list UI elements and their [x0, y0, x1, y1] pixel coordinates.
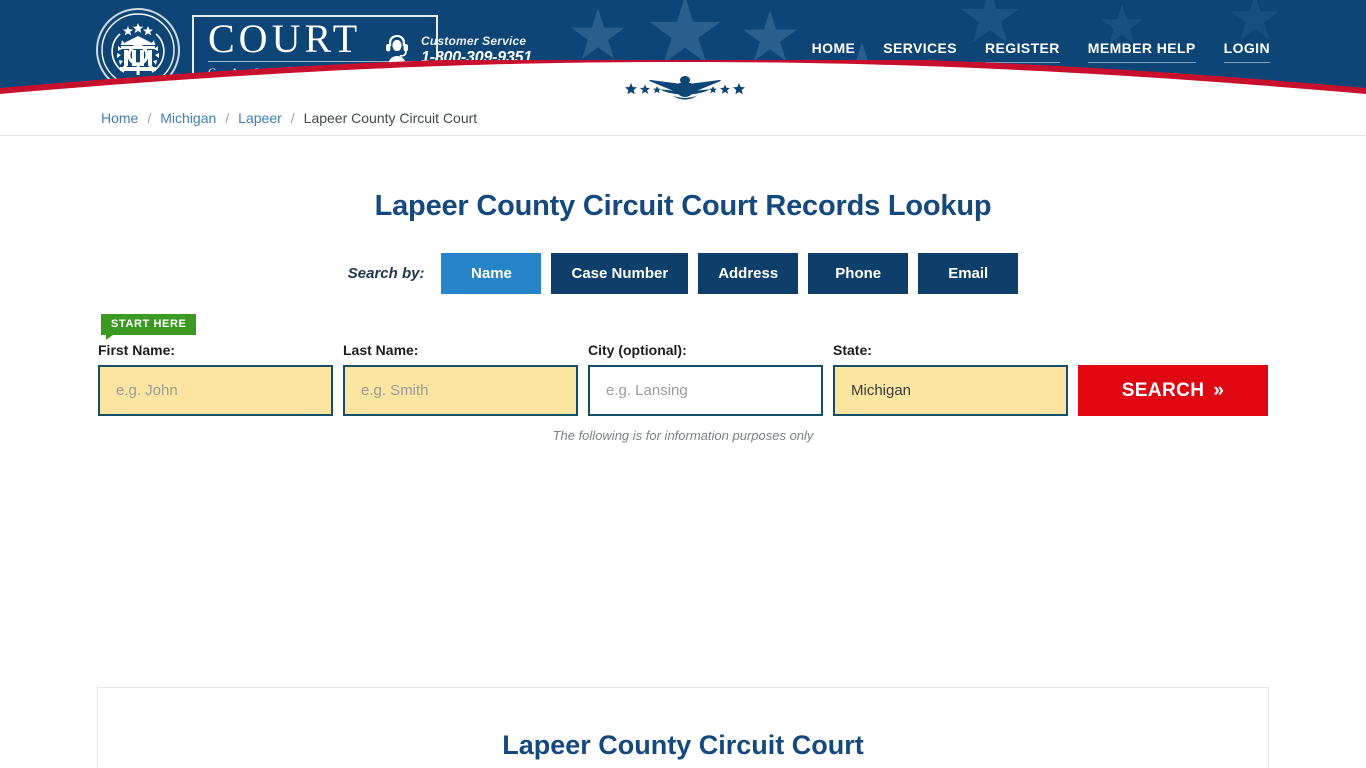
first-name-placeholder: e.g. John [116, 382, 178, 399]
breadcrumb-item-current: Lapeer County Circuit Court [303, 109, 478, 126]
double-chevron-right-icon: » [1213, 379, 1225, 401]
tab-phone[interactable]: Phone [808, 253, 909, 294]
customer-service-label: Customer Service [421, 34, 527, 48]
state-label: State: [833, 342, 872, 358]
city-placeholder: e.g. Lansing [606, 382, 688, 399]
search-button-label: SEARCH [1121, 379, 1205, 401]
main-content: Lapeer County Circuit Court Records Look… [0, 190, 1366, 768]
last-name-input[interactable]: e.g. Smith [343, 365, 578, 416]
breadcrumb: Home / Michigan / Lapeer / Lapeer County… [0, 100, 1366, 136]
first-name-input[interactable]: e.g. John [98, 365, 333, 416]
city-input[interactable]: e.g. Lansing [588, 365, 823, 416]
site-header: COURT C A S E F I N D E R Customer Servi… [0, 0, 1366, 100]
breadcrumb-separator: / [225, 109, 230, 126]
state-value: Michigan [851, 382, 912, 399]
city-field-group: City (optional): e.g. Lansing [588, 342, 823, 416]
eagle-emblem-icon [625, 76, 745, 100]
first-name-label: First Name: [98, 342, 176, 358]
last-name-field-group: Last Name: e.g. Smith [343, 342, 578, 416]
first-name-field-group: First Name: e.g. John [98, 342, 333, 416]
search-by-label: Search by: [347, 265, 425, 282]
court-name-title: Lapeer County Circuit Court [502, 730, 864, 760]
search-button[interactable]: SEARCH » [1078, 365, 1268, 416]
last-name-placeholder: e.g. Smith [361, 382, 429, 399]
start-here-badge: START HERE [101, 314, 197, 340]
breadcrumb-separator: / [147, 109, 152, 126]
breadcrumb-item-michigan[interactable]: Michigan [160, 110, 216, 126]
breadcrumb-item-lapeer[interactable]: Lapeer [238, 110, 282, 126]
tab-address[interactable]: Address [698, 253, 799, 294]
page-title: Lapeer County Circuit Court Records Look… [374, 190, 992, 222]
court-info-card: Lapeer County Circuit Court [97, 687, 1269, 768]
search-fields-row: First Name: e.g. John Last Name: e.g. Sm… [98, 342, 1268, 416]
last-name-label: Last Name: [343, 342, 419, 358]
breadcrumb-separator: / [290, 109, 295, 126]
tab-name[interactable]: Name [441, 253, 542, 294]
city-label: City (optional): [588, 342, 687, 358]
tab-case-number[interactable]: Case Number [551, 253, 689, 294]
state-select[interactable]: Michigan [833, 365, 1068, 416]
search-by-tabs: Search by: Name Case Number Address Phon… [0, 253, 1366, 294]
tab-email[interactable]: Email [918, 253, 1019, 294]
breadcrumb-item-home[interactable]: Home [101, 110, 138, 126]
state-field-group: State: Michigan [833, 342, 1068, 416]
information-note: The following is for information purpose… [552, 428, 814, 443]
search-form: START HERE First Name: e.g. John Last Na… [0, 306, 1366, 466]
